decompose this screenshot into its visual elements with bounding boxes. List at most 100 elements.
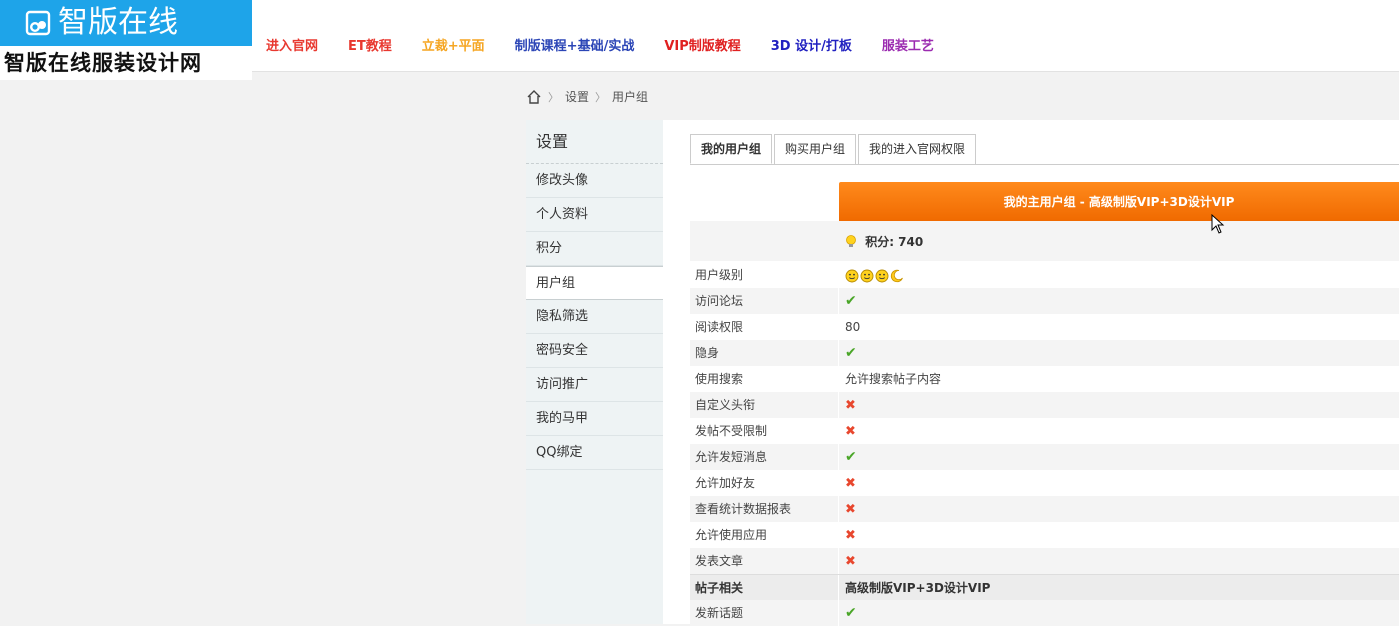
usergroup-header: 我的主用户组 - 高级制版VIP+3D设计VIP xyxy=(839,182,1399,221)
permission-label: 隐身 xyxy=(690,340,839,366)
permission-label: 使用搜索 xyxy=(690,366,839,392)
sidebar-item-8[interactable]: QQ绑定 xyxy=(526,436,663,470)
permission-label: 发帖不受限制 xyxy=(690,418,839,444)
permission-label: 允许发短消息 xyxy=(690,444,839,470)
nav-link-1[interactable]: ET教程 xyxy=(348,38,392,56)
cross-icon: ✖ xyxy=(845,398,856,413)
permission-value: 80 xyxy=(845,320,861,334)
home-icon[interactable] xyxy=(526,89,542,105)
check-icon: ✔ xyxy=(845,605,857,621)
nav-link-4[interactable]: VIP制版教程 xyxy=(664,38,740,56)
sidebar-item-5[interactable]: 密码安全 xyxy=(526,334,663,368)
section-row: 帖子相关 高级制版VIP+3D设计VIP xyxy=(690,574,1399,600)
permission-value-cell: 高级制版VIP+3D设计VIP xyxy=(845,581,991,595)
usergroup-header-table: 我的主用户组 - 高级制版VIP+3D设计VIP 积分: 740 xyxy=(690,182,1399,261)
tab-divider xyxy=(690,164,1399,165)
site-logo[interactable]: 智版在线 智版在线服装设计网 xyxy=(0,0,252,80)
permission-row: 发帖不受限制 ✖ xyxy=(690,418,1399,444)
breadcrumb-separator: 〉 xyxy=(595,90,607,104)
sidebar-item-0[interactable]: 修改头像 xyxy=(526,164,663,198)
permission-label: 自定义头衔 xyxy=(690,392,839,418)
permission-row: 发新话题 ✔ xyxy=(690,600,1399,626)
nav-link-3[interactable]: 制版课程+基础/实战 xyxy=(515,38,635,56)
breadcrumb-separator: 〉 xyxy=(548,90,559,104)
permission-label: 发新话题 xyxy=(690,600,839,626)
smiley-face-icon xyxy=(860,269,874,282)
permission-label: 允许使用应用 xyxy=(690,522,839,548)
logo-subtitle: 智版在线服装设计网 xyxy=(0,46,252,80)
permission-label: 用户级别 xyxy=(690,262,839,288)
sidebar-item-4[interactable]: 隐私筛选 xyxy=(526,300,663,334)
permission-value-cell: ✔ xyxy=(839,444,1399,470)
permission-value-cell: ✖ xyxy=(839,392,1399,418)
permission-label: 阅读权限 xyxy=(690,314,839,340)
sidebar-item-2[interactable]: 积分 xyxy=(526,232,663,266)
logo-mark-icon xyxy=(25,10,51,36)
permission-value-cell: ✖ xyxy=(839,418,1399,444)
permission-row: 阅读权限 80 xyxy=(690,314,1399,340)
cross-icon: ✖ xyxy=(845,424,856,439)
user-level-icons xyxy=(845,269,904,283)
permission-row: 发表文章 ✖ xyxy=(690,548,1399,574)
permission-row: 允许使用应用 ✖ xyxy=(690,522,1399,548)
permission-list: 用户级别 访问论坛 ✔ 阅读权限 80 隐身 ✔ 使用搜索 允许搜索帖子内容 自定义头衔 ✖ 发帖不受… xyxy=(690,262,1399,626)
moon-icon xyxy=(890,269,903,282)
sidebar-item-6[interactable]: 访问推广 xyxy=(526,368,663,402)
site-header: 智版在线 智版在线服装设计网 进入官网 ET教程 立裁+平面 制版课程+基础/实战 VI… xyxy=(0,0,1399,80)
logo-title: 智版在线 xyxy=(58,5,178,40)
permission-row: 自定义头衔 ✖ xyxy=(690,392,1399,418)
permission-value-cell: ✖ xyxy=(839,496,1399,522)
tab-bar: 我的用户组 购买用户组 我的进入官网权限 xyxy=(690,134,978,164)
sidebar-item-3[interactable]: 用户组 xyxy=(526,266,664,300)
sidebar-menu: 修改头像 个人资料 积分 用户组 隐私筛选 密码安全 访问推广 我的马甲 QQ绑定 xyxy=(526,164,664,470)
mouse-cursor-icon xyxy=(1211,214,1225,234)
permission-value-cell: ✔ xyxy=(839,288,1399,314)
permission-row: 允许加好友 ✖ xyxy=(690,470,1399,496)
smiley-face-icon xyxy=(845,269,859,282)
permission-label: 查看统计数据报表 xyxy=(690,496,839,522)
permission-value-cell: ✖ xyxy=(839,470,1399,496)
logo-banner: 智版在线 xyxy=(0,0,252,46)
sidebar-title: 设置 xyxy=(526,120,663,164)
permission-row: 使用搜索 允许搜索帖子内容 xyxy=(690,366,1399,392)
cross-icon: ✖ xyxy=(845,554,856,569)
permission-label: 帖子相关 xyxy=(690,575,839,600)
tab-2[interactable]: 我的进入官网权限 xyxy=(858,134,977,164)
permission-value-cell xyxy=(839,262,1399,288)
permission-row: 允许发短消息 ✔ xyxy=(690,444,1399,470)
main-nav: 进入官网 ET教程 立裁+平面 制版课程+基础/实战 VIP制版教程 3D 设计/打板 服装… xyxy=(266,38,964,56)
check-icon: ✔ xyxy=(845,449,857,465)
permission-row: 访问论坛 ✔ xyxy=(690,288,1399,314)
permission-row: 用户级别 xyxy=(690,262,1399,288)
permission-value-cell: 80 xyxy=(839,314,1399,340)
check-icon: ✔ xyxy=(845,293,857,309)
check-icon: ✔ xyxy=(845,345,857,361)
smiley-face-icon xyxy=(875,269,889,282)
nav-link-5[interactable]: 3D 设计/打板 xyxy=(771,38,852,56)
breadcrumb-item-settings[interactable]: 设置 xyxy=(565,88,589,105)
breadcrumb: 〉 设置 〉 用户组 xyxy=(526,88,648,105)
lightbulb-icon xyxy=(846,235,856,247)
nav-link-0[interactable]: 进入官网 xyxy=(266,38,318,56)
cross-icon: ✖ xyxy=(845,502,856,517)
sidebar-item-1[interactable]: 个人资料 xyxy=(526,198,663,232)
permission-value-cell: ✖ xyxy=(839,548,1399,574)
nav-link-6[interactable]: 服装工艺 xyxy=(882,38,934,56)
sidebar-item-7[interactable]: 我的马甲 xyxy=(526,402,663,436)
permission-label: 发表文章 xyxy=(690,548,839,574)
permission-row: 隐身 ✔ xyxy=(690,340,1399,366)
tab-0[interactable]: 我的用户组 xyxy=(690,134,773,164)
cross-icon: ✖ xyxy=(845,528,856,543)
credit-value: 积分: 740 xyxy=(865,234,924,249)
permission-label: 允许加好友 xyxy=(690,470,839,496)
permission-value-cell: ✖ xyxy=(839,522,1399,548)
permission-value-cell: 允许搜索帖子内容 xyxy=(839,366,1399,392)
breadcrumb-item-usergroup[interactable]: 用户组 xyxy=(612,88,648,105)
permission-value: 允许搜索帖子内容 xyxy=(845,372,942,386)
permission-value-cell: ✔ xyxy=(839,340,1399,366)
nav-link-2[interactable]: 立裁+平面 xyxy=(422,38,485,56)
permission-row: 查看统计数据报表 ✖ xyxy=(690,496,1399,522)
main-panel: 我的用户组 购买用户组 我的进入官网权限 我的主用户组 - 高级制版VIP+3D设计… xyxy=(663,120,1399,626)
tab-1[interactable]: 购买用户组 xyxy=(774,134,857,164)
settings-sidebar: 设置 修改头像 个人资料 积分 用户组 隐私筛选 密码安全 访问推广 我的马甲 QQ绑定 xyxy=(526,120,664,624)
